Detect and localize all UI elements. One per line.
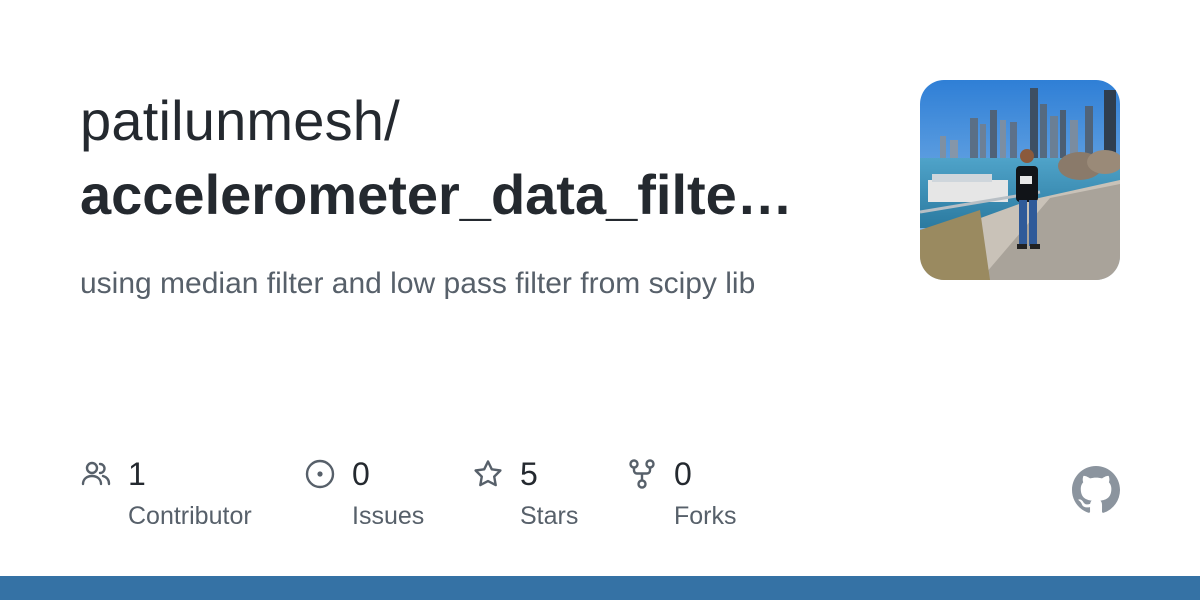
stat-label: Stars [520,502,579,530]
stat-value: 5 [520,456,538,492]
owner-avatar[interactable] [920,80,1120,280]
repo-name[interactable]: accelerometer_data_filte… [80,160,840,230]
stat-value: 1 [128,456,146,492]
issue-opened-icon [305,459,335,489]
avatar-photo [920,80,1120,280]
stat-label: Forks [674,502,737,530]
repo-description: using median filter and low pass filter … [80,267,756,300]
star-icon [474,460,502,487]
stat-value: 0 [352,456,370,492]
github-mark-icon[interactable] [1072,466,1120,514]
stat-label: Issues [352,502,425,530]
stat-label: Contributor [128,502,252,530]
repo-owner[interactable]: patilunmesh/ [80,86,400,156]
people-icon [81,461,111,486]
stat-value: 0 [674,456,692,492]
repo-forked-icon [629,459,655,489]
language-color-bar [0,576,1200,600]
repo-social-card: patilunmesh/ accelerometer_data_filte… u… [0,0,1200,600]
